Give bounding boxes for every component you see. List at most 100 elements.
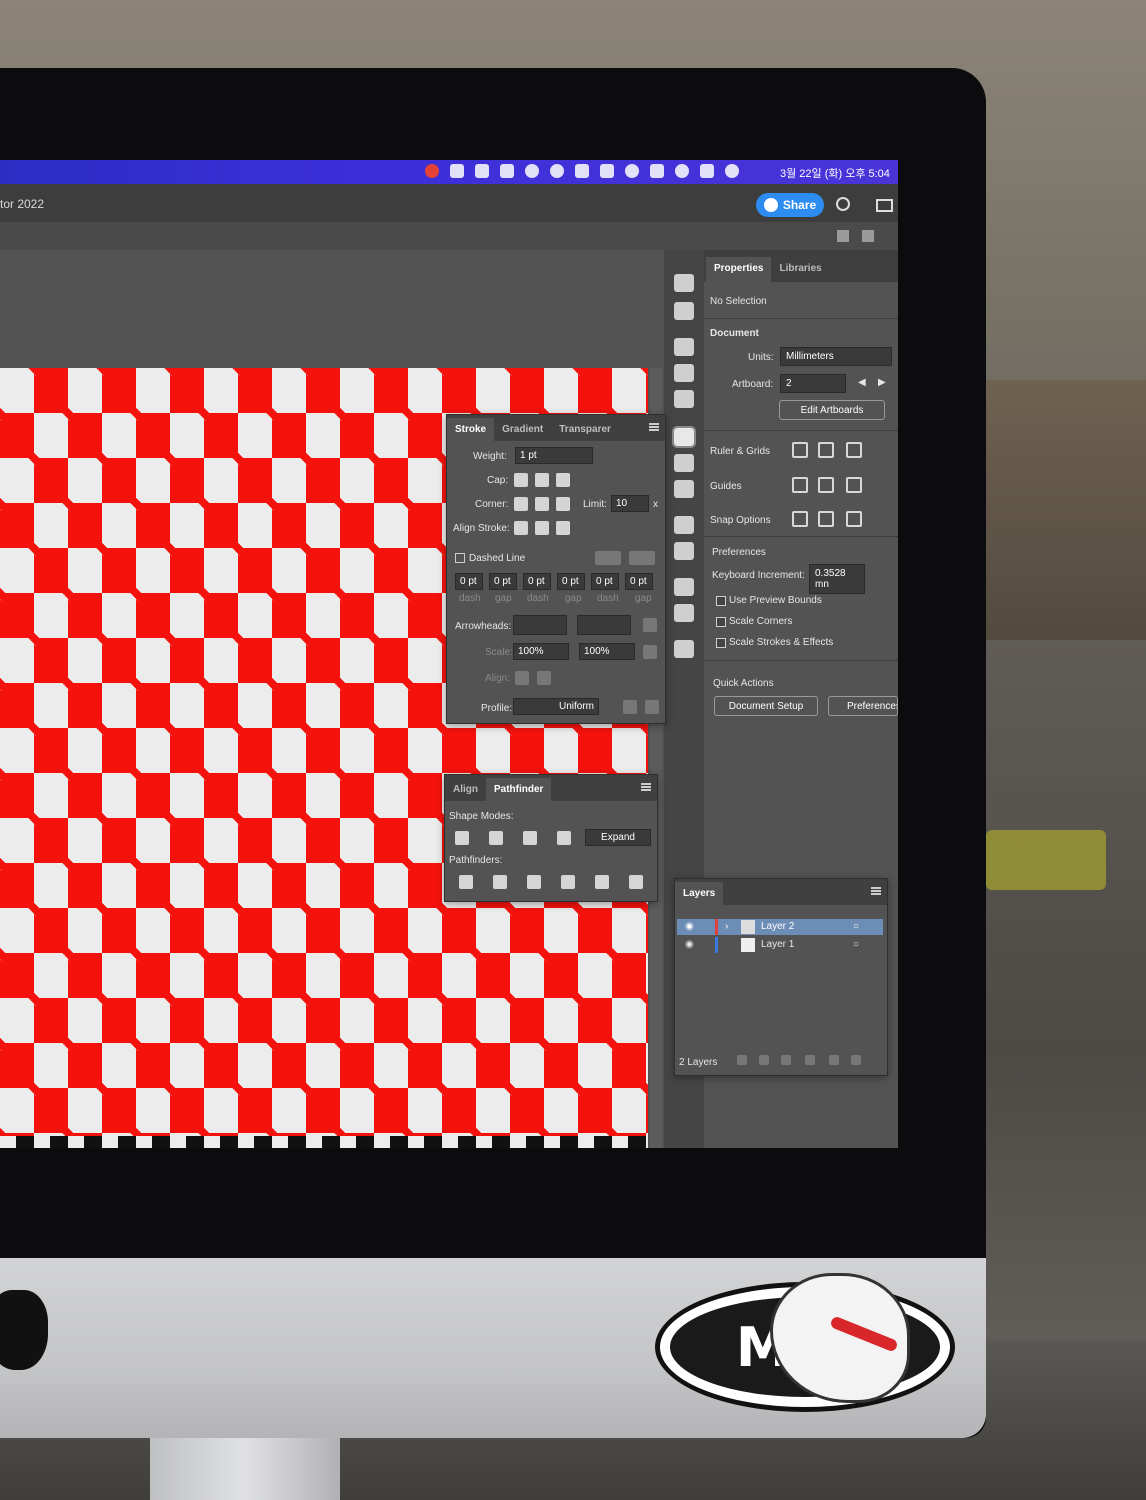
bluetooth-icon[interactable] (600, 164, 614, 178)
lock-guides-icon[interactable] (818, 477, 834, 493)
edit-artboards-button[interactable]: Edit Artboards (779, 400, 885, 420)
tab-stroke[interactable]: Stroke (447, 418, 495, 441)
tab-transparency[interactable]: Transparer (551, 418, 619, 441)
control-center-icon[interactable] (700, 164, 714, 178)
use-preview-bounds-checkbox[interactable] (716, 596, 726, 606)
locate-object-icon[interactable] (759, 1055, 769, 1065)
transparency-grid-icon[interactable] (846, 442, 862, 458)
align-dash-icon[interactable] (629, 551, 655, 565)
end-scale-field[interactable]: 100% (579, 643, 635, 660)
shield-icon[interactable] (450, 164, 464, 178)
weight-field[interactable]: 1 pt (515, 447, 593, 464)
scale-strokes-checkbox[interactable] (716, 638, 726, 648)
projecting-cap-icon[interactable] (556, 473, 570, 487)
prev-artboard-icon[interactable]: ◀ (858, 377, 866, 388)
airplay-icon[interactable] (650, 164, 664, 178)
bevel-join-icon[interactable] (556, 497, 570, 511)
snap-to-point-icon[interactable] (792, 511, 808, 527)
appearance-icon[interactable] (674, 516, 694, 534)
next-artboard-icon[interactable]: ▶ (878, 377, 886, 388)
grid-icon[interactable] (818, 442, 834, 458)
search-icon[interactable] (836, 197, 850, 211)
tab-gradient[interactable]: Gradient (494, 418, 551, 441)
visibility-eye-icon[interactable]: ◉ (685, 939, 694, 950)
expand-button[interactable]: Expand (585, 829, 651, 846)
graphic-styles-icon[interactable] (674, 542, 694, 560)
profile-select[interactable]: Uniform (513, 698, 599, 715)
trim-icon[interactable] (493, 875, 507, 889)
sync-icon[interactable] (500, 164, 514, 178)
dash-field-1[interactable]: 0 pt (455, 573, 483, 590)
expand-layer-icon[interactable]: › (725, 921, 728, 932)
exclude-icon[interactable] (557, 831, 571, 845)
preferences-button[interactable]: Preferences (828, 696, 898, 716)
target-icon[interactable]: ○ (853, 921, 859, 932)
arrow-tip-extend-icon[interactable] (515, 671, 529, 685)
intersect-icon[interactable] (523, 831, 537, 845)
snap-to-grid-icon[interactable] (818, 511, 834, 527)
butt-cap-icon[interactable] (514, 473, 528, 487)
tab-libraries[interactable]: Libraries (771, 257, 829, 282)
align-outside-stroke-icon[interactable] (556, 521, 570, 535)
layer-name[interactable]: Layer 2 (761, 921, 794, 932)
snap-to-pixel-icon[interactable] (846, 511, 862, 527)
wifi-icon[interactable] (625, 164, 639, 178)
minus-back-icon[interactable] (629, 875, 643, 889)
limit-field[interactable]: 10 (611, 495, 649, 512)
visibility-eye-icon[interactable]: ◉ (685, 921, 694, 932)
keyboard-increment-field[interactable]: 0.3528 mn (809, 564, 865, 594)
arrange-icon[interactable] (837, 230, 849, 242)
unite-icon[interactable] (455, 831, 469, 845)
start-arrowhead-select[interactable] (513, 615, 567, 635)
target-icon[interactable]: ○ (853, 939, 859, 950)
swap-arrowheads-icon[interactable] (643, 618, 657, 632)
comments-icon[interactable] (674, 640, 694, 658)
stroke-icon[interactable] (672, 426, 696, 448)
brushes-icon[interactable] (674, 364, 694, 382)
round-cap-icon[interactable] (535, 473, 549, 487)
record-icon[interactable] (425, 164, 439, 178)
share-button[interactable]: Share (756, 193, 824, 217)
spotlight-icon[interactable] (675, 164, 689, 178)
flip-along-icon[interactable] (623, 700, 637, 714)
tab-layers[interactable]: Layers (675, 882, 724, 905)
ruler-icon[interactable] (792, 442, 808, 458)
clipping-mask-icon[interactable] (781, 1055, 791, 1065)
menubar-clock[interactable]: 3월 22일 (화) 오후 5:04 (780, 165, 890, 181)
workspace-icon[interactable] (876, 199, 893, 212)
start-scale-field[interactable]: 100% (513, 643, 569, 660)
panel-menu-icon[interactable] (871, 887, 881, 895)
preserve-dash-icon[interactable] (595, 551, 621, 565)
artboard-select[interactable]: 2 (780, 374, 846, 393)
flip-across-icon[interactable] (645, 700, 659, 714)
color-icon[interactable] (674, 274, 694, 292)
new-sublayer-icon[interactable] (805, 1055, 815, 1065)
swatches-icon[interactable] (674, 338, 694, 356)
scale-corners-checkbox[interactable] (716, 617, 726, 627)
dash-field-2[interactable]: 0 pt (523, 573, 551, 590)
new-layer-icon[interactable] (829, 1055, 839, 1065)
dashed-line-checkbox[interactable] (455, 553, 465, 563)
link-scale-icon[interactable] (643, 645, 657, 659)
merge-icon[interactable] (527, 875, 541, 889)
gap-field-1[interactable]: 0 pt (489, 573, 517, 590)
minus-front-icon[interactable] (489, 831, 503, 845)
layer-name[interactable]: Layer 1 (761, 939, 794, 950)
color-guide-icon[interactable] (674, 302, 694, 320)
layer-row[interactable]: ◉ Layer 1 ○ (677, 937, 883, 953)
document-setup-button[interactable]: Document Setup (714, 696, 818, 716)
cloud-icon[interactable] (525, 164, 539, 178)
show-guides-icon[interactable] (792, 477, 808, 493)
trash-icon[interactable] (851, 1055, 861, 1065)
gradient-icon[interactable] (674, 454, 694, 472)
units-select[interactable]: Millimeters (780, 347, 892, 366)
gap-field-2[interactable]: 0 pt (557, 573, 585, 590)
smart-guides-icon[interactable] (846, 477, 862, 493)
export-layer-icon[interactable] (737, 1055, 747, 1065)
outline-icon[interactable] (595, 875, 609, 889)
artboards-icon[interactable] (674, 604, 694, 622)
gap-field-3[interactable]: 0 pt (625, 573, 653, 590)
round-join-icon[interactable] (535, 497, 549, 511)
transparency-icon[interactable] (674, 480, 694, 498)
tab-align[interactable]: Align (445, 778, 486, 801)
